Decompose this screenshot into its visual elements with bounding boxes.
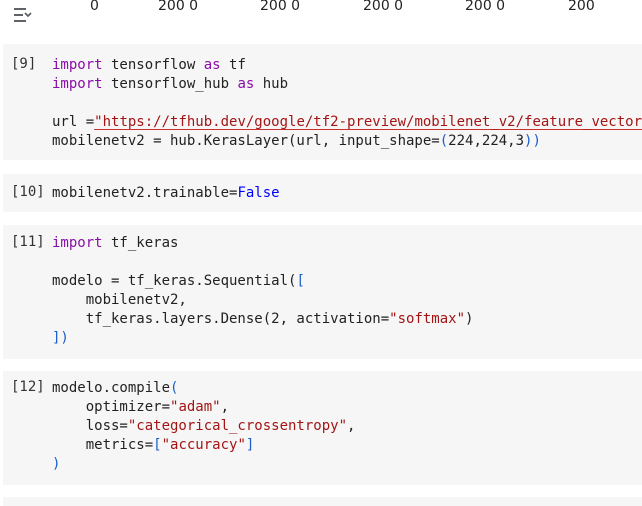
code-line[interactable]: tf_keras.layers.Dense(2, activation="sof…	[52, 310, 474, 329]
code-token: import	[52, 57, 103, 73]
execution-count: [11]	[11, 234, 45, 250]
code-token: False	[237, 185, 280, 201]
code-cell[interactable]: [9] import tensorflow as tf import tenso…	[3, 44, 642, 160]
code-line[interactable]: loss="categorical_crossentropy",	[52, 417, 356, 436]
axis-tick-label: 200 0	[465, 0, 506, 14]
axis-tick-label: 200	[568, 0, 595, 14]
code-token: "https://tfhub.dev/google/tf2-preview/mo…	[94, 114, 642, 130]
code-token: mobilenetv2,	[52, 292, 187, 308]
code-line[interactable]: )	[52, 455, 60, 474]
code-token: tf_keras.layers.Dense(2, activation=	[52, 311, 390, 327]
code-token: loss=	[52, 418, 128, 434]
code-token: modelo = tf_keras.Sequential(	[52, 273, 297, 289]
execution-count: [10]	[11, 184, 45, 200]
code-token: ])	[52, 330, 69, 346]
code-token: metrics=	[52, 437, 154, 453]
code-line[interactable]: metrics=["accuracy"]	[52, 436, 255, 455]
code-token: "adam"	[170, 399, 221, 415]
code-token: optimizer=	[52, 399, 171, 415]
code-cell[interactable]: [12] modelo.compile( optimizer="adam", l…	[3, 371, 642, 485]
code-line[interactable]: url ="https://tfhub.dev/google/tf2-previ…	[52, 113, 642, 132]
code-line[interactable]: ])	[52, 329, 69, 348]
code-line[interactable]: import tf_keras	[52, 234, 178, 253]
code-token: tf	[220, 57, 246, 73]
code-token: (	[439, 133, 449, 149]
code-token: tensorflow_hub	[102, 76, 238, 92]
code-line[interactable]: modelo = tf_keras.Sequential([	[52, 272, 305, 291]
code-token: mobilenetv2.trainable=	[52, 185, 238, 201]
code-token: modelo.compile	[52, 380, 171, 396]
axis-tick-label: 0	[90, 0, 99, 14]
code-cell[interactable]: [11] import tf_keras modelo = tf_keras.S…	[3, 225, 642, 359]
code-token: url =	[52, 114, 95, 130]
code-token: "softmax"	[389, 311, 466, 327]
code-token: 224,224,3	[448, 133, 525, 149]
code-token: (	[170, 380, 179, 396]
axis-tick-label: 200 0	[363, 0, 404, 14]
axis-tick-label: 200 0	[260, 0, 301, 14]
previous-output-strip: 0 200 0 200 0 200 0 200 0 200	[0, 0, 642, 34]
output-toggle-icon[interactable]	[10, 3, 34, 27]
code-line[interactable]: mobilenetv2.trainable=False	[52, 184, 280, 203]
code-token: ,	[347, 418, 356, 434]
code-line[interactable]: mobilenetv2 = hub.KerasLayer(url, input_…	[52, 132, 541, 151]
code-cell-partial[interactable]	[3, 497, 642, 506]
code-token: [	[153, 437, 162, 453]
code-token: ]	[245, 437, 255, 453]
code-token: [	[296, 273, 305, 289]
code-token: )	[52, 456, 61, 472]
code-line[interactable]: import tensorflow_hub as hub	[52, 75, 288, 94]
execution-count: [12]	[11, 379, 45, 395]
code-line[interactable]: modelo.compile(	[52, 379, 178, 398]
code-cell[interactable]: [10] mobilenetv2.trainable=False	[3, 174, 642, 212]
code-token: )	[465, 311, 474, 327]
code-line[interactable]: optimizer="adam",	[52, 398, 229, 417]
code-token: hub	[254, 76, 289, 92]
code-token: mobilenetv2 = hub.KerasLayer(url, input_…	[52, 133, 440, 149]
code-token: ))	[524, 133, 541, 149]
axis-tick-label: 200 0	[158, 0, 199, 14]
execution-count: [9]	[11, 56, 37, 72]
code-line[interactable]	[52, 253, 60, 272]
code-token: tf_keras	[102, 235, 179, 251]
code-line[interactable]: import tensorflow as tf	[52, 56, 246, 75]
code-token: "accuracy"	[161, 437, 246, 453]
code-token: import	[52, 235, 103, 251]
code-token: import	[52, 76, 103, 92]
code-token: "categorical_crossentropy"	[127, 418, 348, 434]
code-line[interactable]: mobilenetv2,	[52, 291, 187, 310]
code-token: as	[237, 76, 255, 92]
code-line[interactable]	[52, 94, 60, 113]
code-token: as	[203, 57, 221, 73]
code-token: ,	[220, 399, 230, 415]
code-token: tensorflow	[102, 57, 204, 73]
